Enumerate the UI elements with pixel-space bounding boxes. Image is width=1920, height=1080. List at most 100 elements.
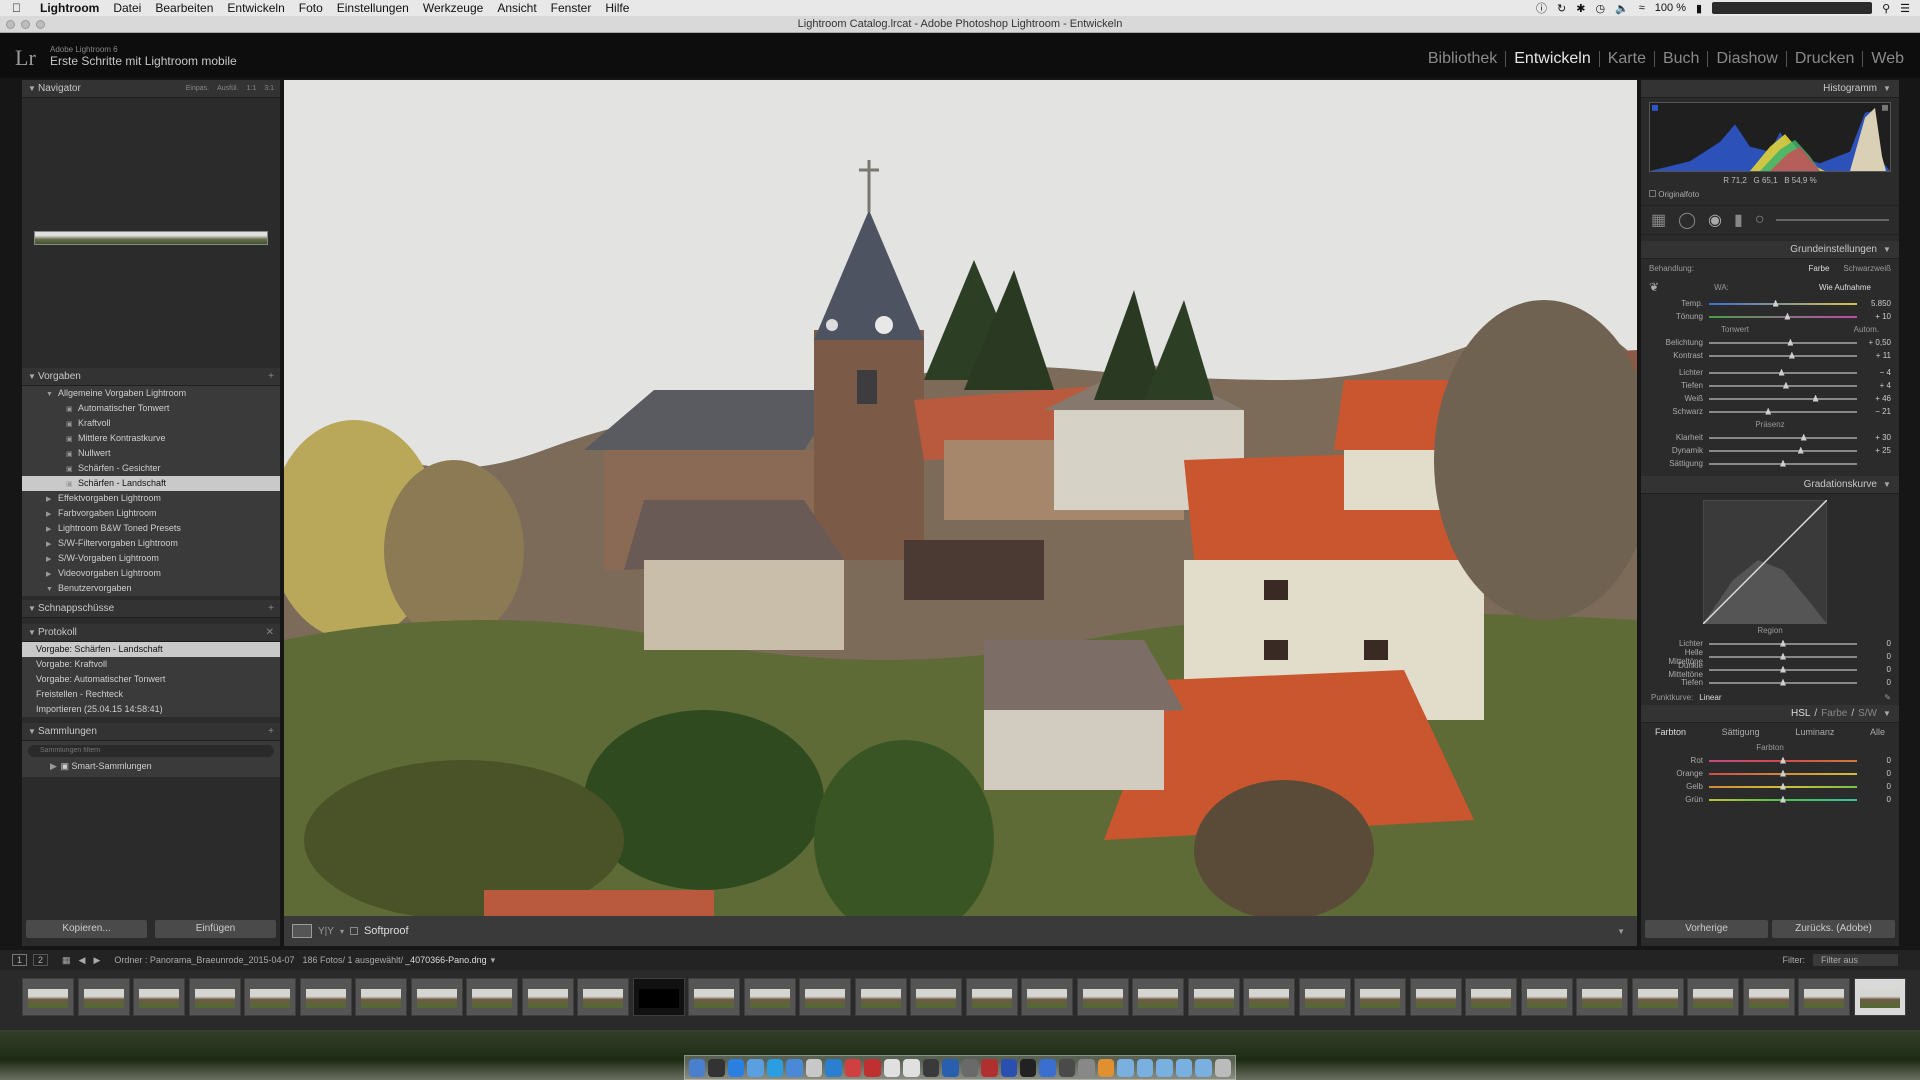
photo-canvas[interactable] — [284, 80, 1637, 916]
menu-datei[interactable]: Datei — [113, 1, 141, 15]
menu-fenster[interactable]: Fenster — [551, 1, 592, 15]
slider-track[interactable] — [1709, 639, 1857, 647]
adjustment-brush-slider[interactable] — [1776, 219, 1889, 221]
dock-app-icon[interactable] — [825, 1058, 842, 1077]
copy-button[interactable]: Kopieren... — [26, 920, 147, 938]
filmstrip-thumbnail[interactable] — [1187, 978, 1240, 1016]
notification-icon[interactable]: ☰ — [1900, 2, 1910, 15]
dock-app-icon[interactable] — [1117, 1058, 1134, 1077]
dock-app-icon[interactable] — [1078, 1058, 1095, 1077]
collection-smart[interactable]: ▶ ▣ Smart-Sammlungen — [28, 759, 274, 774]
wifi-icon[interactable]: ≈ — [1639, 2, 1645, 14]
slider-track[interactable] — [1709, 795, 1857, 803]
zoom-1-1[interactable]: 1:1 — [247, 85, 257, 92]
module-bibliothek[interactable]: Bibliothek — [1420, 51, 1507, 67]
history-item[interactable]: Vorgabe: Automatischer Tonwert — [22, 672, 280, 687]
presets-header[interactable]: ▼ Vorgaben + — [22, 368, 280, 386]
dock-app-icon[interactable] — [942, 1058, 959, 1077]
filmstrip-thumbnail[interactable] — [1520, 978, 1573, 1016]
previous-button[interactable]: Vorherige — [1645, 920, 1768, 938]
filmstrip-thumbnail[interactable] — [1354, 978, 1406, 1016]
slider-value[interactable]: 0 — [1857, 769, 1891, 778]
slider-thumb[interactable] — [1772, 299, 1779, 307]
back-icon[interactable]: ◀ — [79, 955, 86, 966]
slider-value[interactable]: + 4 — [1857, 381, 1891, 390]
collections-search-input[interactable] — [28, 744, 274, 757]
tab-all[interactable]: Alle — [1858, 727, 1897, 737]
edit-point-curve-icon[interactable]: ✎ — [1884, 693, 1891, 702]
forward-icon[interactable]: ▶ — [93, 955, 100, 966]
slider-value[interactable]: 0 — [1857, 795, 1891, 804]
dock-app-icon[interactable] — [727, 1058, 745, 1077]
slider-value[interactable]: 0 — [1857, 652, 1891, 661]
histogram-header[interactable]: Histogramm ▼ — [1641, 80, 1899, 98]
slider-value[interactable]: + 10 — [1857, 312, 1891, 321]
slider-track[interactable] — [1709, 665, 1857, 673]
preset-item[interactable]: ▶ S/W-Vorgaben Lightroom — [22, 551, 280, 566]
volume-icon[interactable]: 🔈 — [1615, 2, 1629, 15]
slider-track[interactable] — [1709, 394, 1857, 402]
filmstrip-thumbnail[interactable] — [1132, 978, 1184, 1016]
dock-app-icon[interactable] — [1214, 1058, 1232, 1077]
curve-header[interactable]: Gradationskurve ▼ — [1641, 476, 1899, 494]
filmstrip-thumbnail[interactable] — [521, 978, 574, 1016]
module-buch[interactable]: Buch — [1655, 51, 1709, 67]
treatment-color-button[interactable]: Farbe — [1809, 264, 1830, 273]
loupe-view-icon[interactable] — [292, 924, 312, 938]
filmstrip-thumbnail[interactable] — [688, 978, 740, 1016]
navigator-preview[interactable] — [22, 98, 280, 368]
slider-value[interactable]: 0 — [1857, 639, 1891, 648]
slider-value[interactable]: + 0,50 — [1857, 338, 1891, 347]
dock-app-icon[interactable] — [903, 1058, 920, 1077]
slider-thumb[interactable] — [1778, 368, 1785, 376]
slider-thumb[interactable] — [1780, 639, 1786, 647]
slider-track[interactable] — [1709, 678, 1857, 686]
dock-app-icon[interactable] — [844, 1058, 862, 1077]
filmstrip-thumbnail[interactable] — [1853, 978, 1906, 1016]
primary-window-icon[interactable]: 1 — [12, 954, 28, 966]
filmstrip-thumbnail[interactable] — [854, 978, 907, 1016]
slider-thumb[interactable] — [1765, 407, 1772, 415]
menu-foto[interactable]: Foto — [299, 1, 323, 15]
dock-app-icon[interactable] — [805, 1058, 823, 1077]
dock-app-icon[interactable] — [747, 1058, 764, 1077]
filmstrip-thumbnail[interactable] — [965, 978, 1018, 1016]
hsl-header[interactable]: HSL / Farbe / S/W ▼ — [1641, 705, 1899, 723]
original-photo-toggle[interactable]: Originalfoto — [1641, 188, 1899, 201]
filmstrip-thumbnail[interactable] — [1243, 978, 1295, 1016]
close-window-button[interactable] — [6, 20, 15, 29]
menu-hilfe[interactable]: Hilfe — [605, 1, 629, 15]
apple-icon[interactable]:  — [12, 1, 30, 15]
battery-label[interactable]: 100 % — [1655, 2, 1686, 14]
preset-item[interactable]: ▣ Mittlere Kontrastkurve — [22, 431, 280, 446]
crop-icon[interactable]: ▦ — [1651, 210, 1666, 230]
slider-track[interactable] — [1709, 782, 1857, 790]
slider-value[interactable]: 5.850 — [1857, 299, 1891, 308]
dock-app-icon[interactable] — [1136, 1058, 1154, 1077]
filmstrip-thumbnail[interactable] — [632, 978, 685, 1016]
tab-hue[interactable]: Farbton — [1643, 727, 1698, 737]
slider-value[interactable]: 0 — [1857, 782, 1891, 791]
preset-item[interactable]: ▶ Effektvorgaben Lightroom — [22, 491, 280, 506]
dock-app-icon[interactable] — [981, 1058, 998, 1077]
zoom-fit[interactable]: Einpas. — [186, 85, 209, 92]
filmstrip-thumbnail[interactable] — [355, 978, 407, 1016]
slider-value[interactable]: − 21 — [1857, 407, 1891, 416]
slider-thumb[interactable] — [1784, 312, 1791, 320]
tab-saturation[interactable]: Sättigung — [1710, 727, 1772, 737]
slider-thumb[interactable] — [1780, 665, 1786, 673]
history-item[interactable]: Freistellen - Rechteck — [22, 687, 280, 702]
photo-image[interactable] — [284, 80, 1637, 916]
module-entwickeln[interactable]: Entwickeln — [1506, 51, 1600, 67]
clear-history-icon[interactable]: ✕ — [266, 627, 274, 638]
before-after-icon[interactable]: Y|Y — [318, 926, 334, 937]
preset-item[interactable]: ▶ Farbvorgaben Lightroom — [22, 506, 280, 521]
slider-thumb[interactable] — [1780, 756, 1786, 764]
slider-value[interactable]: 0 — [1857, 665, 1891, 674]
slider-track[interactable] — [1709, 368, 1857, 376]
snapshots-header[interactable]: ▼ Schnappschüsse + — [22, 600, 280, 618]
timemachine-icon[interactable]: ◷ — [1595, 2, 1605, 15]
filmstrip-thumbnail[interactable] — [577, 978, 629, 1016]
before-after-menu-icon[interactable]: ▾ — [340, 927, 344, 936]
slider-thumb[interactable] — [1782, 381, 1789, 389]
